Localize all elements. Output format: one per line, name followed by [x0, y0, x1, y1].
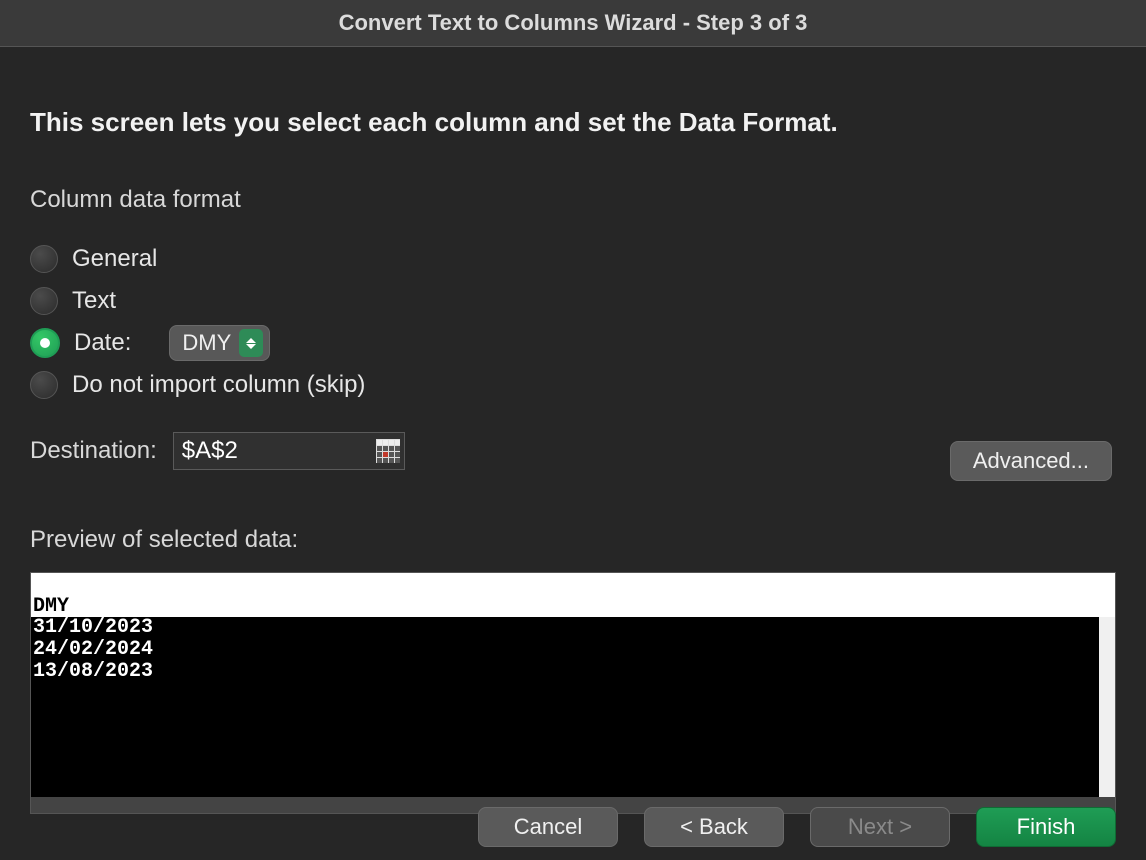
finish-button[interactable]: Finish [976, 807, 1116, 847]
wizard-heading: This screen lets you select each column … [30, 107, 1116, 138]
advanced-button[interactable]: Advanced... [950, 441, 1112, 481]
destination-value: $A$2 [182, 437, 238, 465]
wizard-button-row: Cancel < Back Next > Finish [478, 807, 1116, 847]
preview-row: 13/08/2023 [33, 661, 1113, 683]
preview-ruler [31, 573, 1115, 597]
radio-group-column-format: General Text Date: DMY Do not import col… [30, 238, 1116, 406]
range-picker-icon[interactable] [376, 439, 400, 463]
preview-vertical-scrollbar[interactable] [1099, 617, 1115, 797]
date-format-select[interactable]: DMY [169, 325, 270, 361]
preview-column-header[interactable]: DMY [31, 597, 1115, 617]
radio-date-label: Date: [74, 329, 131, 357]
date-format-value: DMY [182, 330, 231, 356]
radio-skip[interactable] [30, 371, 58, 399]
preview-box: DMY 31/10/2023 24/02/2024 13/08/2023 [30, 572, 1116, 814]
preview-row: 24/02/2024 [33, 639, 1113, 661]
radio-date[interactable] [30, 328, 60, 358]
preview-data-area: 31/10/2023 24/02/2024 13/08/2023 [31, 617, 1115, 797]
preview-row: 31/10/2023 [33, 617, 1113, 639]
destination-input[interactable]: $A$2 [173, 432, 405, 470]
chevron-up-down-icon [239, 329, 263, 357]
radio-text-label: Text [72, 287, 116, 315]
radio-skip-label: Do not import column (skip) [72, 371, 365, 399]
next-button: Next > [810, 807, 950, 847]
preview-label: Preview of selected data: [30, 526, 1116, 554]
radio-text[interactable] [30, 287, 58, 315]
column-data-format-label: Column data format [30, 186, 1116, 214]
destination-label: Destination: [30, 437, 157, 465]
window-title: Convert Text to Columns Wizard - Step 3 … [0, 0, 1146, 47]
radio-general[interactable] [30, 245, 58, 273]
back-button[interactable]: < Back [644, 807, 784, 847]
radio-general-label: General [72, 245, 157, 273]
cancel-button[interactable]: Cancel [478, 807, 618, 847]
